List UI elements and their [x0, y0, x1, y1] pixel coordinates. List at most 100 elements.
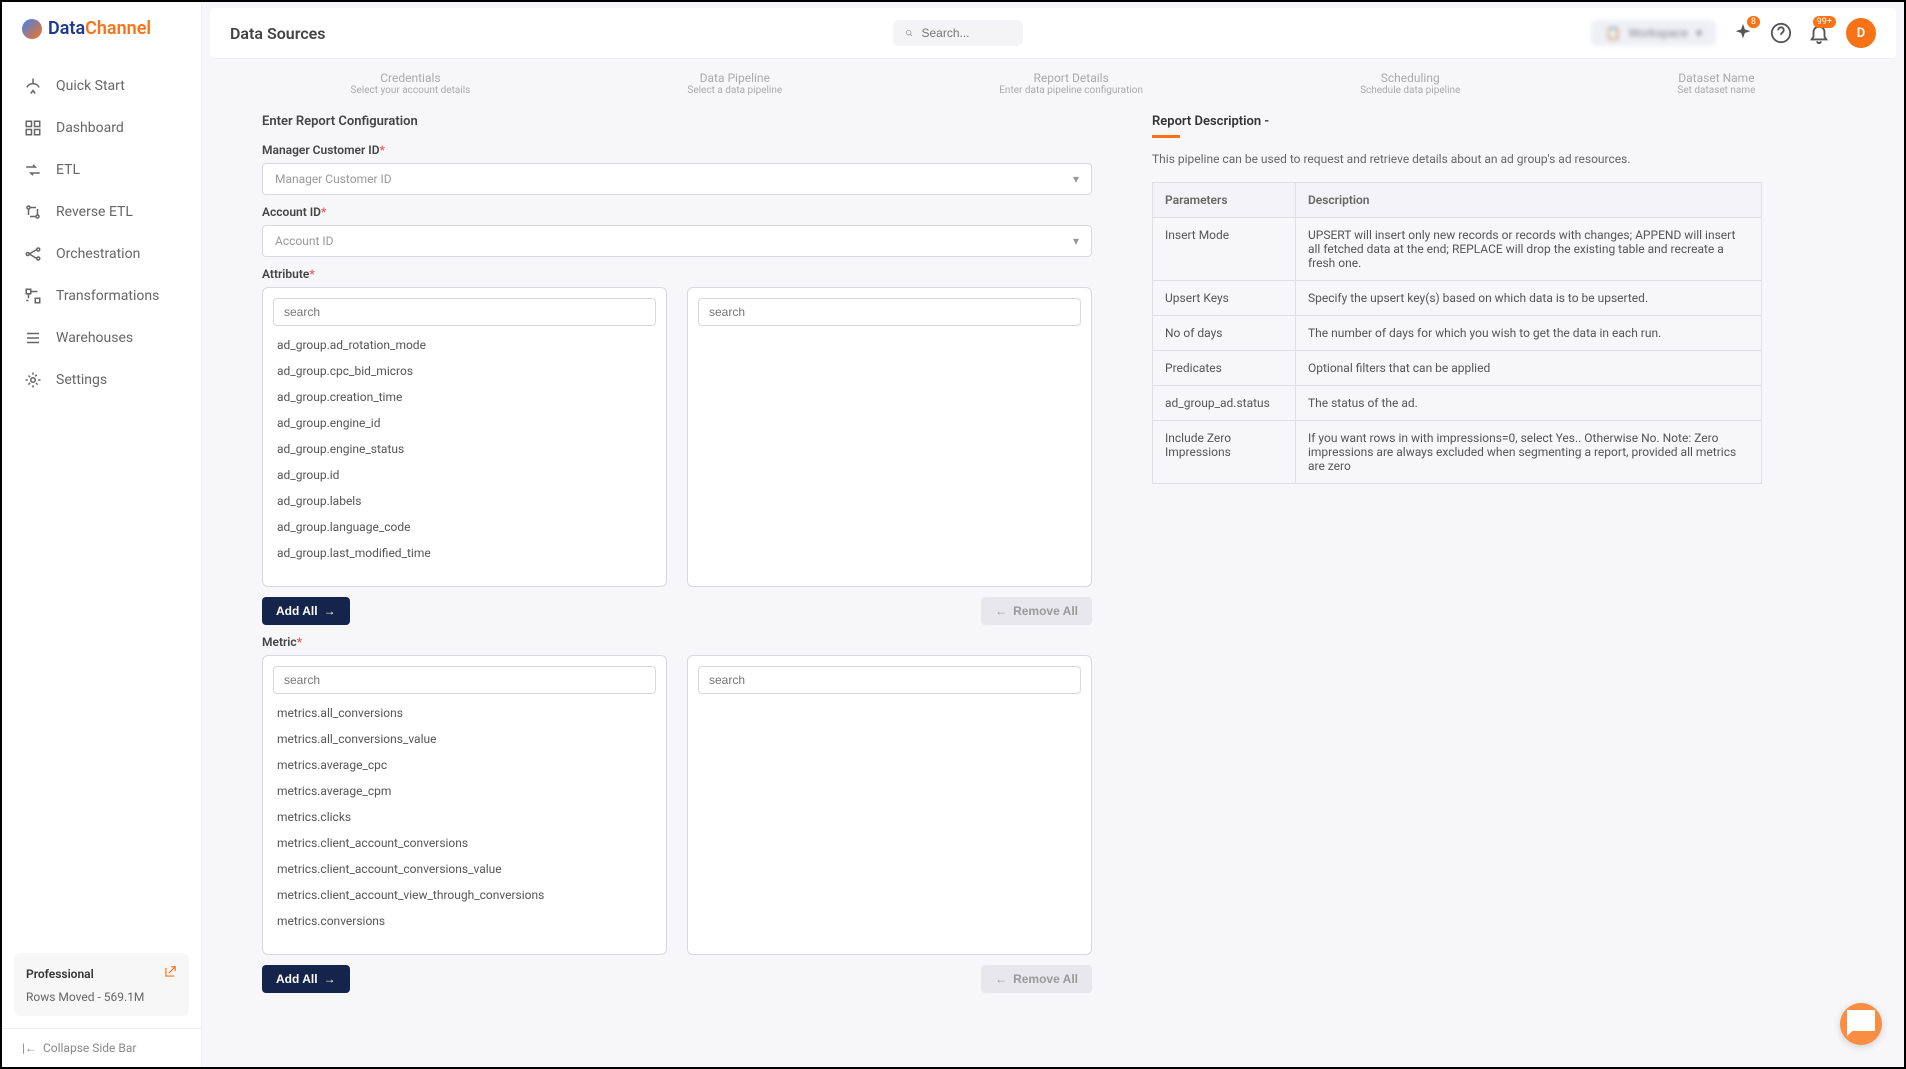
attribute-label: Attribute*	[262, 267, 1092, 281]
chevron-down-icon: ▾	[1073, 234, 1079, 248]
list-item[interactable]: ad_group.creation_time	[273, 384, 656, 410]
avatar[interactable]: D	[1846, 18, 1876, 48]
metric-add-all[interactable]: Add All→	[262, 965, 350, 993]
step-dataset-name[interactable]: Dataset NameSet dataset name	[1677, 71, 1755, 96]
param-cell: No of days	[1153, 316, 1296, 351]
notifications-button[interactable]: 99+	[1808, 22, 1830, 44]
sidebar-item-dashboard[interactable]: Dashboard	[2, 107, 201, 149]
search-input[interactable]	[921, 26, 1011, 40]
list-item[interactable]: metrics.client_account_conversions_value	[273, 856, 656, 882]
chat-button[interactable]	[1840, 1003, 1882, 1045]
top-actions: 📋Workspace▾ 8 99+ D	[1591, 18, 1876, 48]
th-desc: Description	[1295, 183, 1761, 218]
sidebar-item-reverse-etl[interactable]: Reverse ETL	[2, 191, 201, 233]
attribute-remove-all[interactable]: ←Remove All	[981, 597, 1092, 625]
sidebar: DataChannel Quick Start Dashboard ETL Re…	[2, 2, 202, 1067]
sidebar-item-label: ETL	[56, 162, 80, 178]
attribute-selected	[687, 287, 1092, 587]
step-scheduling[interactable]: SchedulingSchedule data pipeline	[1360, 71, 1460, 96]
table-row: PredicatesOptional filters that can be a…	[1153, 351, 1762, 386]
arrow-left-icon: ←	[995, 604, 1007, 618]
form-column: Enter Report Configuration Manager Custo…	[262, 114, 1092, 1047]
sidebar-item-orchestration[interactable]: Orchestration	[2, 233, 201, 275]
list-item[interactable]: ad_group.labels	[273, 488, 656, 514]
logo[interactable]: DataChannel	[2, 2, 201, 55]
list-item[interactable]: metrics.client_account_view_through_conv…	[273, 882, 656, 908]
account-id-select[interactable]: Account ID▾	[262, 225, 1092, 257]
list-item[interactable]: metrics.clicks	[273, 804, 656, 830]
sidebar-item-warehouses[interactable]: Warehouses	[2, 317, 201, 359]
reverse-icon	[24, 203, 42, 221]
list-item[interactable]: ad_group.engine_id	[273, 410, 656, 436]
sidebar-item-quickstart[interactable]: Quick Start	[2, 65, 201, 107]
list-item[interactable]: ad_group.engine_status	[273, 436, 656, 462]
list-item[interactable]: metrics.all_conversions_value	[273, 726, 656, 752]
logo-text-data: Data	[48, 18, 85, 39]
chevron-down-icon: ▾	[1073, 172, 1079, 186]
param-cell: Predicates	[1153, 351, 1296, 386]
attribute-search-left[interactable]	[273, 298, 656, 326]
metric-search-left[interactable]	[273, 666, 656, 694]
list-item[interactable]: ad_group.language_code	[273, 514, 656, 540]
sidebar-item-label: Reverse ETL	[56, 204, 133, 220]
plan-rows: Rows Moved - 569.1M	[26, 990, 177, 1004]
sparkle-button[interactable]: 8	[1732, 22, 1754, 44]
collapse-sidebar[interactable]: |← Collapse Side Bar	[2, 1028, 201, 1067]
metric-remove-all[interactable]: ←Remove All	[981, 965, 1092, 993]
gear-icon	[24, 371, 42, 389]
list-item[interactable]: ad_group.cpc_bid_micros	[273, 358, 656, 384]
workspace-selector[interactable]: 📋Workspace▾	[1591, 20, 1716, 46]
metric-selected-list[interactable]	[698, 700, 1081, 944]
list-item[interactable]: ad_group.id	[273, 462, 656, 488]
list-item[interactable]: metrics.conversions	[273, 908, 656, 934]
desc-cell: Specify the upsert key(s) based on which…	[1295, 281, 1761, 316]
sidebar-item-etl[interactable]: ETL	[2, 149, 201, 191]
sidebar-item-label: Dashboard	[56, 120, 124, 136]
open-icon[interactable]	[163, 965, 177, 982]
table-row: Insert ModeUPSERT will insert only new r…	[1153, 218, 1762, 281]
step-credentials[interactable]: CredentialsSelect your account details	[351, 71, 471, 96]
metric-list[interactable]: metrics.all_conversionsmetrics.all_conve…	[273, 700, 656, 944]
arrow-left-icon: ←	[995, 972, 1007, 986]
stepper: CredentialsSelect your account details D…	[202, 59, 1904, 104]
arrow-right-icon: →	[324, 972, 336, 986]
sidebar-item-label: Orchestration	[56, 246, 140, 262]
attribute-add-all[interactable]: Add All→	[262, 597, 350, 625]
logo-icon	[22, 19, 42, 39]
sidebar-item-label: Warehouses	[56, 330, 133, 346]
help-button[interactable]	[1770, 22, 1792, 44]
list-item[interactable]: metrics.client_account_conversions	[273, 830, 656, 856]
metric-search-right[interactable]	[698, 666, 1081, 694]
nodes-icon	[24, 245, 42, 263]
param-cell: Include Zero Impressions	[1153, 421, 1296, 484]
plan-box: Professional Rows Moved - 569.1M	[14, 953, 189, 1016]
attribute-list[interactable]: ad_group.ad_rotation_modead_group.cpc_bi…	[273, 332, 656, 576]
manager-id-select[interactable]: Manager Customer ID▾	[262, 163, 1092, 195]
desc-underline	[1152, 135, 1180, 138]
sidebar-item-settings[interactable]: Settings	[2, 359, 201, 401]
account-id-label: Account ID*	[262, 205, 1092, 219]
step-pipeline[interactable]: Data PipelineSelect a data pipeline	[687, 71, 782, 96]
transform-icon	[24, 287, 42, 305]
global-search[interactable]	[893, 20, 1023, 46]
calendar-icon: 📋	[1605, 26, 1620, 40]
collapse-icon: |←	[22, 1041, 37, 1055]
description-column: Report Description - This pipeline can b…	[1152, 114, 1762, 1047]
list-item[interactable]: metrics.average_cpc	[273, 752, 656, 778]
attribute-search-right[interactable]	[698, 298, 1081, 326]
plan-name: Professional	[26, 967, 94, 981]
list-item[interactable]: ad_group.last_modified_time	[273, 540, 656, 566]
desc-cell: UPSERT will insert only new records or r…	[1295, 218, 1761, 281]
sidebar-item-transformations[interactable]: Transformations	[2, 275, 201, 317]
list-item[interactable]: metrics.all_conversions	[273, 700, 656, 726]
list-item[interactable]: ad_group.ad_rotation_mode	[273, 332, 656, 358]
sidebar-item-label: Transformations	[56, 288, 159, 304]
desc-title: Report Description -	[1152, 114, 1762, 129]
sidebar-nav: Quick Start Dashboard ETL Reverse ETL Or…	[2, 55, 201, 941]
attribute-selected-list[interactable]	[698, 332, 1081, 576]
step-report-details[interactable]: Report DetailsEnter data pipeline config…	[999, 71, 1143, 96]
collapse-label: Collapse Side Bar	[43, 1041, 137, 1055]
desc-cell: The number of days for which you wish to…	[1295, 316, 1761, 351]
desc-text: This pipeline can be used to request and…	[1152, 152, 1762, 166]
list-item[interactable]: metrics.average_cpm	[273, 778, 656, 804]
